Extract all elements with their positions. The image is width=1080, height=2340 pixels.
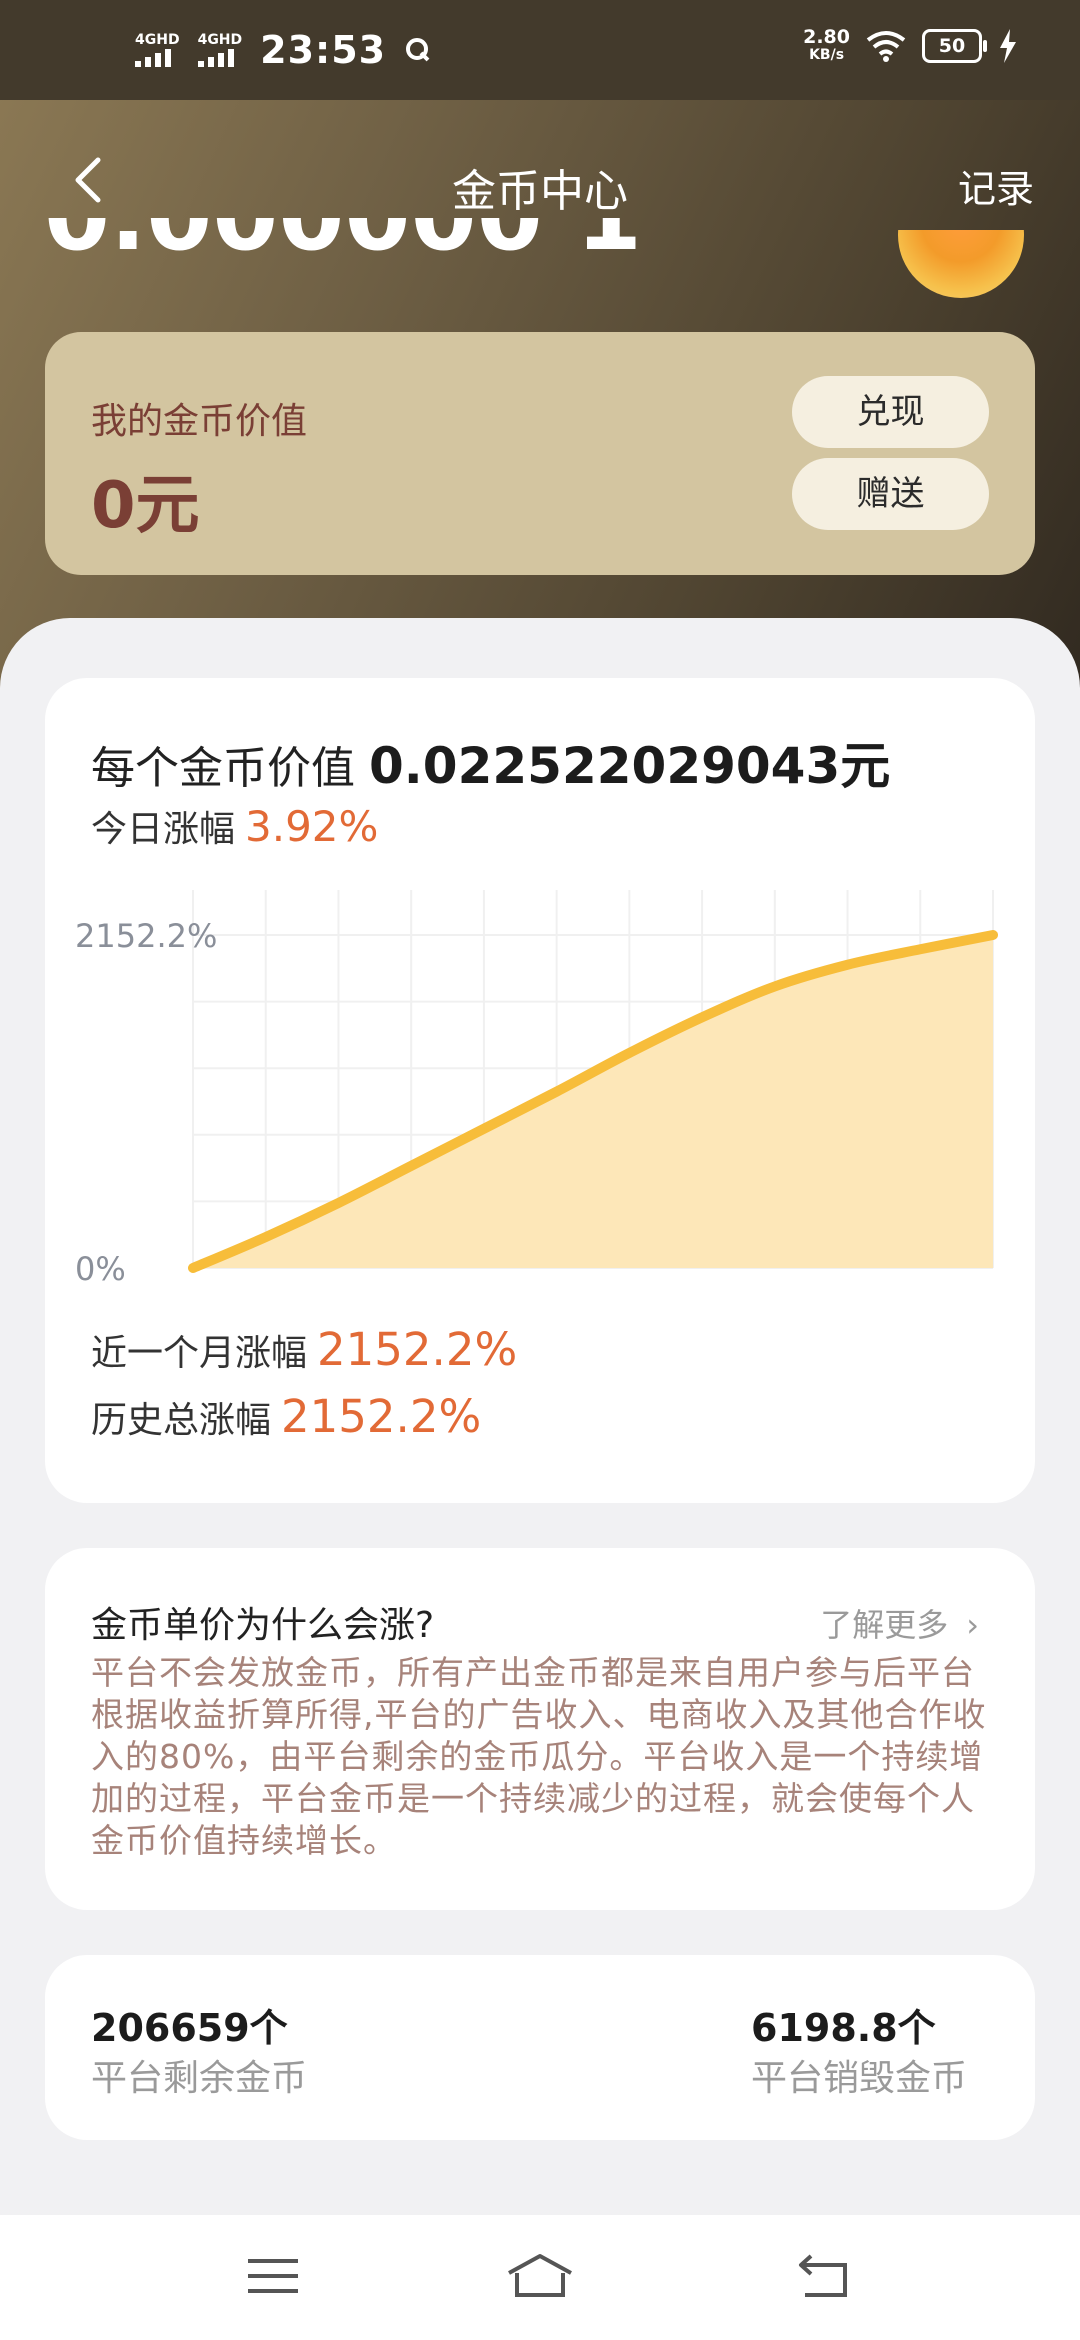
record-link[interactable]: 记录 (958, 158, 1034, 213)
growth-chart: 2152.2% 0% (75, 890, 998, 1288)
back-icon[interactable] (795, 2251, 855, 2301)
month-change-label: 近一个月涨幅 (91, 1333, 308, 1374)
y-tick-label: 0% (75, 1250, 126, 1288)
clock: 23:53 (260, 28, 387, 72)
history-change-value: 2152.2% (281, 1390, 482, 1443)
price-value: 0.022522029043元 (369, 737, 891, 795)
info-body: 平台不会发放金币，所有产出金币都是来自用户参与后平台根据收益折算所得,平台的广告… (91, 1653, 987, 1860)
y-axis-ticks: 2152.2% 0% (75, 917, 217, 1288)
gold-coin-icon (898, 230, 1024, 300)
page-title: 金币中心 (452, 166, 628, 217)
my-coin-value-label: 我的金币价值 (91, 401, 308, 442)
notification-q-icon (406, 38, 430, 62)
home-icon[interactable] (505, 2251, 575, 2301)
price-label: 每个金币价值 (91, 743, 355, 794)
info-title: 金币单价为什么会涨? (91, 1605, 435, 1646)
signal-indicator-2: 4GHD (197, 33, 242, 67)
system-navigation-bar (0, 2215, 1080, 2340)
month-change-value: 2152.2% (317, 1323, 518, 1376)
my-coin-value-amount: 0元 (91, 469, 200, 543)
signal-indicator-1: 4GHD (135, 33, 180, 67)
destroyed-coins-value: 6198.8个 (751, 2006, 936, 2050)
today-change-value: 3.92% (245, 802, 379, 851)
today-change-label: 今日涨幅 (91, 809, 236, 850)
learn-more-link[interactable]: 了解更多 › (820, 1600, 979, 1646)
remaining-coins-label: 平台剩余金币 (91, 2058, 308, 2099)
my-coin-value-card: 我的金币价值 0元 兑现 赠送 (45, 332, 1035, 575)
wifi-icon (866, 31, 906, 62)
platform-stats-card: 206659个 平台剩余金币 6198.8个 平台销毁金币 (45, 1955, 1035, 2140)
remaining-coins-value: 206659个 (91, 2006, 288, 2050)
chevron-right-icon: › (966, 1606, 979, 1644)
network-speed: 2.80 KB/s (803, 26, 850, 64)
coin-price-card: 每个金币价值 0.022522029043元 今日涨幅 3.92% 2152.2… (45, 678, 1035, 1503)
menu-icon[interactable] (243, 2251, 303, 2301)
gift-button[interactable]: 赠送 (792, 458, 989, 530)
coin-balance: 0.000000 1 (44, 218, 644, 293)
exchange-button[interactable]: 兑现 (792, 376, 989, 448)
status-bar: 4GHD 4GHD 23:53 2.80 KB/s 50 (0, 0, 1080, 100)
battery-indicator: 50 (922, 29, 987, 63)
destroyed-coins-label: 平台销毁金币 (751, 2058, 968, 2099)
why-price-rises-card: 金币单价为什么会涨? 了解更多 › 平台不会发放金币，所有产出金币都是来自用户参与… (45, 1548, 1035, 1910)
charging-bolt-icon (1000, 29, 1016, 63)
signal-bars-icon (135, 47, 171, 67)
signal-bars-icon (197, 47, 234, 67)
y-tick-label: 2152.2% (75, 917, 217, 955)
history-change-label: 历史总涨幅 (91, 1400, 272, 1441)
